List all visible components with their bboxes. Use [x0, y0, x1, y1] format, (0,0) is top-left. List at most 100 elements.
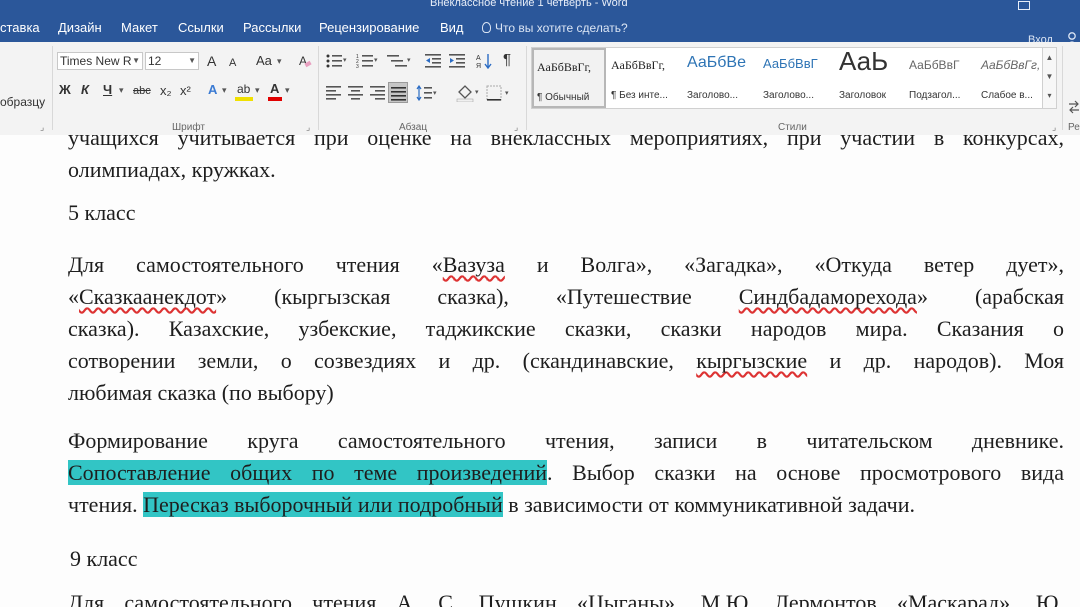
- justify-button[interactable]: [388, 82, 408, 103]
- increase-indent-icon[interactable]: [449, 53, 467, 74]
- tab-design[interactable]: Дизайн: [58, 20, 102, 35]
- highlight-button[interactable]: ab: [237, 81, 250, 97]
- style-preview: АаБбВвГг,: [611, 58, 666, 72]
- subscript-button[interactable]: x₂: [160, 83, 172, 99]
- change-case-button[interactable]: Aa: [256, 53, 272, 69]
- font-size-combo[interactable]: 12 ▼: [145, 52, 199, 70]
- group-separator: [52, 46, 53, 130]
- style-subtle-emphasis[interactable]: АаБбВвГг, Слабое в...: [978, 48, 1044, 108]
- chevron-down-icon[interactable]: ▼: [1043, 67, 1056, 86]
- styles-launcher-icon[interactable]: ⌟: [1052, 122, 1056, 133]
- styles-scroll[interactable]: ▲ ▼ ▾: [1043, 47, 1057, 109]
- style-preview: АаБбВвГг,: [981, 58, 1041, 72]
- misspelled-word[interactable]: Вазуза: [443, 252, 505, 277]
- paragraph-group-label: Абзац: [399, 122, 428, 133]
- chevron-down-icon: ▼: [132, 56, 140, 65]
- chevron-down-icon: ▾: [222, 85, 227, 95]
- paragraph-grade5-reading: Для самостоятельного чтения «Вазуза и Во…: [68, 249, 1064, 409]
- style-normal[interactable]: АаБбВвГг, ¶ Обычный: [532, 48, 606, 108]
- decrease-indent-icon[interactable]: [425, 53, 443, 74]
- numbering-icon[interactable]: 1 2 3 ▾: [356, 53, 380, 74]
- superscript-button[interactable]: x²: [180, 83, 191, 99]
- style-name: Слабое в...: [981, 90, 1033, 101]
- restore-window-icon[interactable]: [1018, 1, 1030, 10]
- style-title[interactable]: АаЬ Заголовок: [836, 46, 910, 108]
- expand-gallery-icon[interactable]: ▾: [1043, 86, 1056, 105]
- group-separator: [526, 46, 527, 130]
- bullets-icon[interactable]: ▾: [326, 53, 348, 74]
- tab-layout[interactable]: Макет: [121, 20, 158, 35]
- underline-button[interactable]: Ч: [103, 82, 112, 98]
- align-center-icon[interactable]: [348, 86, 364, 105]
- group-separator: [318, 46, 319, 130]
- text-run: » (кыргызская сказка), «Путешествие: [216, 284, 739, 309]
- document-page[interactable]: учащихся учитывается при оценке на внекл…: [0, 135, 1080, 607]
- shrink-font-button[interactable]: A: [229, 55, 236, 71]
- style-subtitle[interactable]: АаБбВвГ Подзагол...: [906, 48, 980, 108]
- bold-button[interactable]: Ж: [59, 82, 71, 98]
- style-preview: АаБбВвГг,: [537, 60, 592, 74]
- misspelled-word[interactable]: кыргызские: [696, 348, 807, 373]
- ribbon-home: образцу ⌟ Times New R ▼ 12 ▼ A A Aa ▾ A Ж …: [0, 42, 1080, 136]
- style-name: ¶ Обычный: [537, 92, 590, 103]
- text-line: чтения. Пересказ выборочный или подробны…: [68, 489, 1064, 521]
- svg-text:▾: ▾: [505, 90, 509, 97]
- tab-mailings[interactable]: Рассылки: [243, 20, 301, 35]
- align-right-icon[interactable]: [370, 86, 386, 105]
- svg-text:▾: ▾: [475, 89, 479, 96]
- misspelled-word[interactable]: Сказкаанекдот: [79, 284, 216, 309]
- text-line: сотворении земли, о созвездиях и др. (ск…: [68, 345, 1064, 377]
- style-heading-2[interactable]: АаБбВвГ Заголово...: [760, 48, 834, 108]
- style-name: Заголово...: [763, 90, 814, 101]
- style-preview: АаБбВвГ: [909, 58, 960, 72]
- font-color-swatch: [268, 97, 282, 101]
- styles-group-label: Стили: [778, 122, 807, 133]
- font-launcher-icon[interactable]: ⌟: [306, 122, 310, 133]
- text-line: сказка). Казахские, узбекские, таджикски…: [68, 316, 1064, 341]
- multilevel-list-icon[interactable]: ▾: [387, 53, 413, 74]
- paragraph-launcher-icon[interactable]: ⌟: [514, 122, 518, 133]
- text-run: в зависимости от коммуникативной задачи.: [502, 492, 915, 517]
- strikethrough-button[interactable]: abc: [133, 83, 151, 99]
- text-run: сотворении земли, о созвездиях и др. (ск…: [68, 348, 697, 373]
- style-name: Заголово...: [687, 90, 738, 101]
- font-color-button[interactable]: A: [270, 81, 279, 97]
- align-left-icon[interactable]: [326, 86, 342, 105]
- style-heading-1[interactable]: АаБбВе Заголово...: [684, 48, 758, 108]
- replace-icon[interactable]: [1068, 100, 1080, 119]
- highlighted-text: Сопоставление общих по теме произведений: [68, 460, 548, 485]
- misspelled-word[interactable]: Синдбадаморехода: [739, 284, 917, 309]
- svg-text:▾: ▾: [374, 57, 378, 64]
- svg-text:▾: ▾: [343, 57, 347, 64]
- tab-view[interactable]: Вид: [440, 20, 464, 35]
- tab-references[interactable]: Ссылки: [178, 20, 224, 35]
- sort-icon[interactable]: AЯ: [476, 53, 492, 74]
- tab-review[interactable]: Рецензирование: [319, 20, 419, 35]
- paragraph-intro-end: учащихся учитывается при оценке на внекл…: [68, 135, 1064, 186]
- tell-me-search[interactable]: Что вы хотите сделать?: [482, 21, 628, 35]
- highlighted-text: Пересказ выборочный или подробный: [143, 492, 503, 517]
- font-name-value: Times New R: [60, 54, 132, 68]
- font-name-combo[interactable]: Times New R ▼: [57, 52, 143, 70]
- svg-text:3: 3: [356, 64, 359, 69]
- tab-insert[interactable]: ставка: [0, 20, 40, 35]
- style-no-spacing[interactable]: АаБбВвГг, ¶ Без инте...: [608, 48, 682, 108]
- text-line: олимпиадах, кружках.: [68, 157, 276, 182]
- clear-formatting-icon[interactable]: A: [299, 54, 312, 68]
- italic-button[interactable]: К: [81, 82, 89, 98]
- show-marks-button[interactable]: ¶: [503, 52, 511, 68]
- text-effects-button[interactable]: A: [208, 82, 217, 98]
- chevron-down-icon: ▾: [255, 85, 260, 95]
- format-painter-button[interactable]: образцу: [0, 94, 45, 110]
- shading-icon[interactable]: ▾: [456, 84, 482, 107]
- grow-font-button[interactable]: A: [207, 53, 216, 69]
- text-run: Для самостоятельного чтения «: [68, 252, 443, 277]
- text-line: учащихся учитывается при оценке на внекл…: [68, 135, 1064, 150]
- window-title: Внеклассное чтение 1 четверть - Word: [430, 0, 628, 9]
- text-line: любимая сказка (по выбору): [68, 380, 334, 405]
- chevron-up-icon[interactable]: ▲: [1043, 48, 1056, 67]
- clipboard-launcher-icon[interactable]: ⌟: [40, 122, 44, 133]
- style-name: ¶ Без инте...: [611, 90, 668, 101]
- line-spacing-icon[interactable]: ▾: [416, 84, 440, 106]
- borders-icon[interactable]: ▾: [486, 85, 512, 106]
